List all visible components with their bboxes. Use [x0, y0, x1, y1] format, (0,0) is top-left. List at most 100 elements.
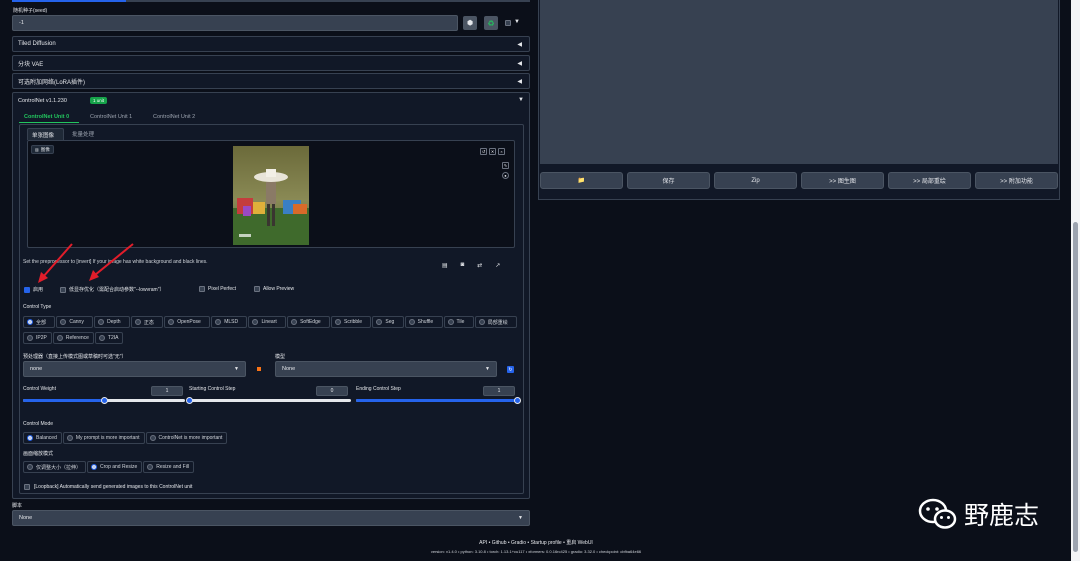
clear-icon[interactable]: ×	[498, 148, 505, 155]
annotation-arrows	[38, 243, 134, 283]
uploaded-photo	[233, 146, 309, 245]
control-type-option-9[interactable]: Seg	[372, 316, 404, 328]
radio-dot	[27, 464, 33, 470]
control-weight-slider[interactable]	[23, 397, 185, 404]
loopback-checkbox[interactable]: [Loopback] Automatically send generated …	[24, 484, 192, 490]
radio-dot	[147, 464, 154, 470]
footer-link-3[interactable]: Startup profile	[531, 540, 562, 546]
footer-versions: version: v1.4.0 • python: 3.10.8 • torch…	[430, 549, 642, 554]
footer-links: API • Github • Gradio • Startup profile …	[0, 539, 1072, 546]
camera-capture-icon[interactable]: ◙	[461, 262, 465, 269]
resize-mode-option-2[interactable]: Resize and Fill	[143, 461, 195, 473]
output-button-4[interactable]: >> 局部重绘	[888, 172, 971, 189]
footer-link-4[interactable]: 重启 WebUI	[566, 540, 593, 546]
control-mode-label: Control Mode	[23, 421, 54, 427]
run-preprocessor-icon[interactable]	[257, 367, 261, 371]
script-value: None	[19, 515, 33, 521]
control-type-option-8[interactable]: Scribble	[331, 316, 372, 328]
output-button-2[interactable]: Zip	[714, 172, 797, 189]
output-button-0[interactable]: 📁	[540, 172, 623, 189]
document-icon[interactable]: ▤	[442, 262, 448, 269]
control-mode-option-1[interactable]: My prompt is more important	[62, 432, 145, 444]
allow-preview-checkbox[interactable]: Allow Preview	[254, 286, 294, 292]
output-button-label: 📁	[577, 178, 586, 184]
output-button-5[interactable]: >> 附加功能	[975, 172, 1058, 189]
output-button-1[interactable]: 保存	[627, 172, 710, 189]
edit-icon[interactable]: ✎	[502, 162, 509, 169]
control-type-option-10[interactable]: Shuffle	[404, 316, 443, 328]
control-type-row2: IP2P Reference T2IA	[23, 332, 143, 345]
radio-dot	[134, 319, 141, 325]
control-type-option-6[interactable]: Lineart	[248, 316, 287, 328]
footer-link-2[interactable]: Gradio	[511, 540, 526, 546]
control-mode-group: Balanced My prompt is more important Contr…	[23, 432, 263, 445]
collapse-icon: ◀	[517, 41, 522, 48]
model-select[interactable]: None ▼	[275, 361, 497, 377]
page-scrollbar[interactable]	[1071, 0, 1080, 561]
hint-actions: ▤ ◙ ⇄ ↗	[442, 262, 500, 269]
end-step-slider[interactable]	[356, 397, 521, 404]
undo-icon[interactable]: ↺	[480, 148, 487, 155]
control-weight-input[interactable]: 1	[151, 386, 183, 396]
control-weight-label: Control Weight	[23, 386, 56, 392]
control-type-option-11[interactable]: Tile	[443, 316, 474, 328]
control-type-option-12[interactable]: 局部重绘	[474, 316, 518, 328]
swap-icon[interactable]: ⇄	[477, 262, 482, 269]
control-type-option-5[interactable]: MLSD	[211, 316, 248, 328]
radio-label: Depth	[107, 319, 121, 325]
camera-icon[interactable]: ●	[502, 172, 509, 179]
control-type-option-2[interactable]: T2IA	[94, 332, 124, 344]
wechat-icon	[918, 498, 957, 529]
output-button-3[interactable]: >> 图生图	[801, 172, 884, 189]
control-type-option-0[interactable]: 全部	[23, 316, 56, 328]
end-step-label: Ending Control Step	[356, 386, 401, 392]
pixel-perfect-checkbox[interactable]: Pixel Perfect	[199, 286, 236, 292]
recycle-button[interactable]: ♻	[484, 16, 498, 30]
chevron-down-icon: ▼	[234, 366, 239, 372]
close-icon[interactable]: ✕	[489, 148, 496, 155]
resize-mode-option-0[interactable]: 仅调整大小（拉伸）	[23, 461, 87, 473]
scrollbar-thumb[interactable]	[1073, 222, 1078, 552]
refresh-models-icon[interactable]: ↻	[507, 366, 514, 373]
output-button-label: >> 局部重绘	[913, 179, 946, 185]
dice-icon: ⬢	[466, 20, 474, 27]
output-button-label: 保存	[662, 179, 675, 185]
radio-dot	[27, 335, 33, 341]
start-step-slider[interactable]	[185, 397, 351, 404]
extra-seed-toggle[interactable]: ▼	[514, 19, 520, 25]
control-type-option-1[interactable]: Canny	[56, 316, 94, 328]
send-dimensions-icon[interactable]: ↗	[495, 262, 500, 269]
chevron-down-icon: ▼	[518, 515, 523, 521]
radio-dot	[291, 319, 298, 325]
radio-label: 局部重绘	[487, 319, 508, 326]
radio-label: IP2P	[36, 335, 47, 341]
extra-seed-checkbox[interactable]	[505, 20, 511, 26]
resize-mode-option-1[interactable]: Crop and Resize	[87, 461, 143, 473]
footer-link-0[interactable]: API	[479, 540, 487, 546]
radio-label: Resize and Fill	[156, 464, 190, 470]
control-type-option-4[interactable]: OpenPose	[164, 316, 211, 328]
start-step-input[interactable]: 0	[316, 386, 348, 396]
preprocessor-select[interactable]: none ▼	[23, 361, 246, 377]
script-select[interactable]: None ▼	[12, 510, 530, 526]
end-step-input[interactable]: 1	[483, 386, 515, 396]
dice-button[interactable]: ⬢	[463, 16, 477, 30]
radio-label: ControlNet is more important	[158, 435, 223, 441]
control-type-option-0[interactable]: IP2P	[23, 332, 52, 344]
output-gallery	[540, 0, 1058, 164]
chevron-down-icon: ▼	[485, 366, 490, 372]
watermark-text: 野鹿志	[964, 501, 1040, 530]
control-type-option-2[interactable]: Depth	[94, 316, 130, 328]
output-button-label: Zip	[751, 177, 760, 184]
control-mode-option-2[interactable]: ControlNet is more important	[145, 432, 228, 444]
control-type-label: Control Type	[23, 304, 52, 310]
footer-link-1[interactable]: Github	[492, 540, 507, 546]
control-type-option-7[interactable]: SoftEdge	[287, 316, 330, 328]
control-type-option-3[interactable]: 正态	[130, 316, 164, 328]
image-tools: ↺ ✕ ×	[480, 148, 505, 155]
control-mode-option-0[interactable]: Balanced	[23, 432, 62, 444]
control-type-option-1[interactable]: Reference	[52, 332, 94, 344]
radio-dot	[335, 319, 341, 325]
radio-label: Tile	[456, 319, 465, 325]
radio-label: Balanced	[36, 435, 57, 441]
